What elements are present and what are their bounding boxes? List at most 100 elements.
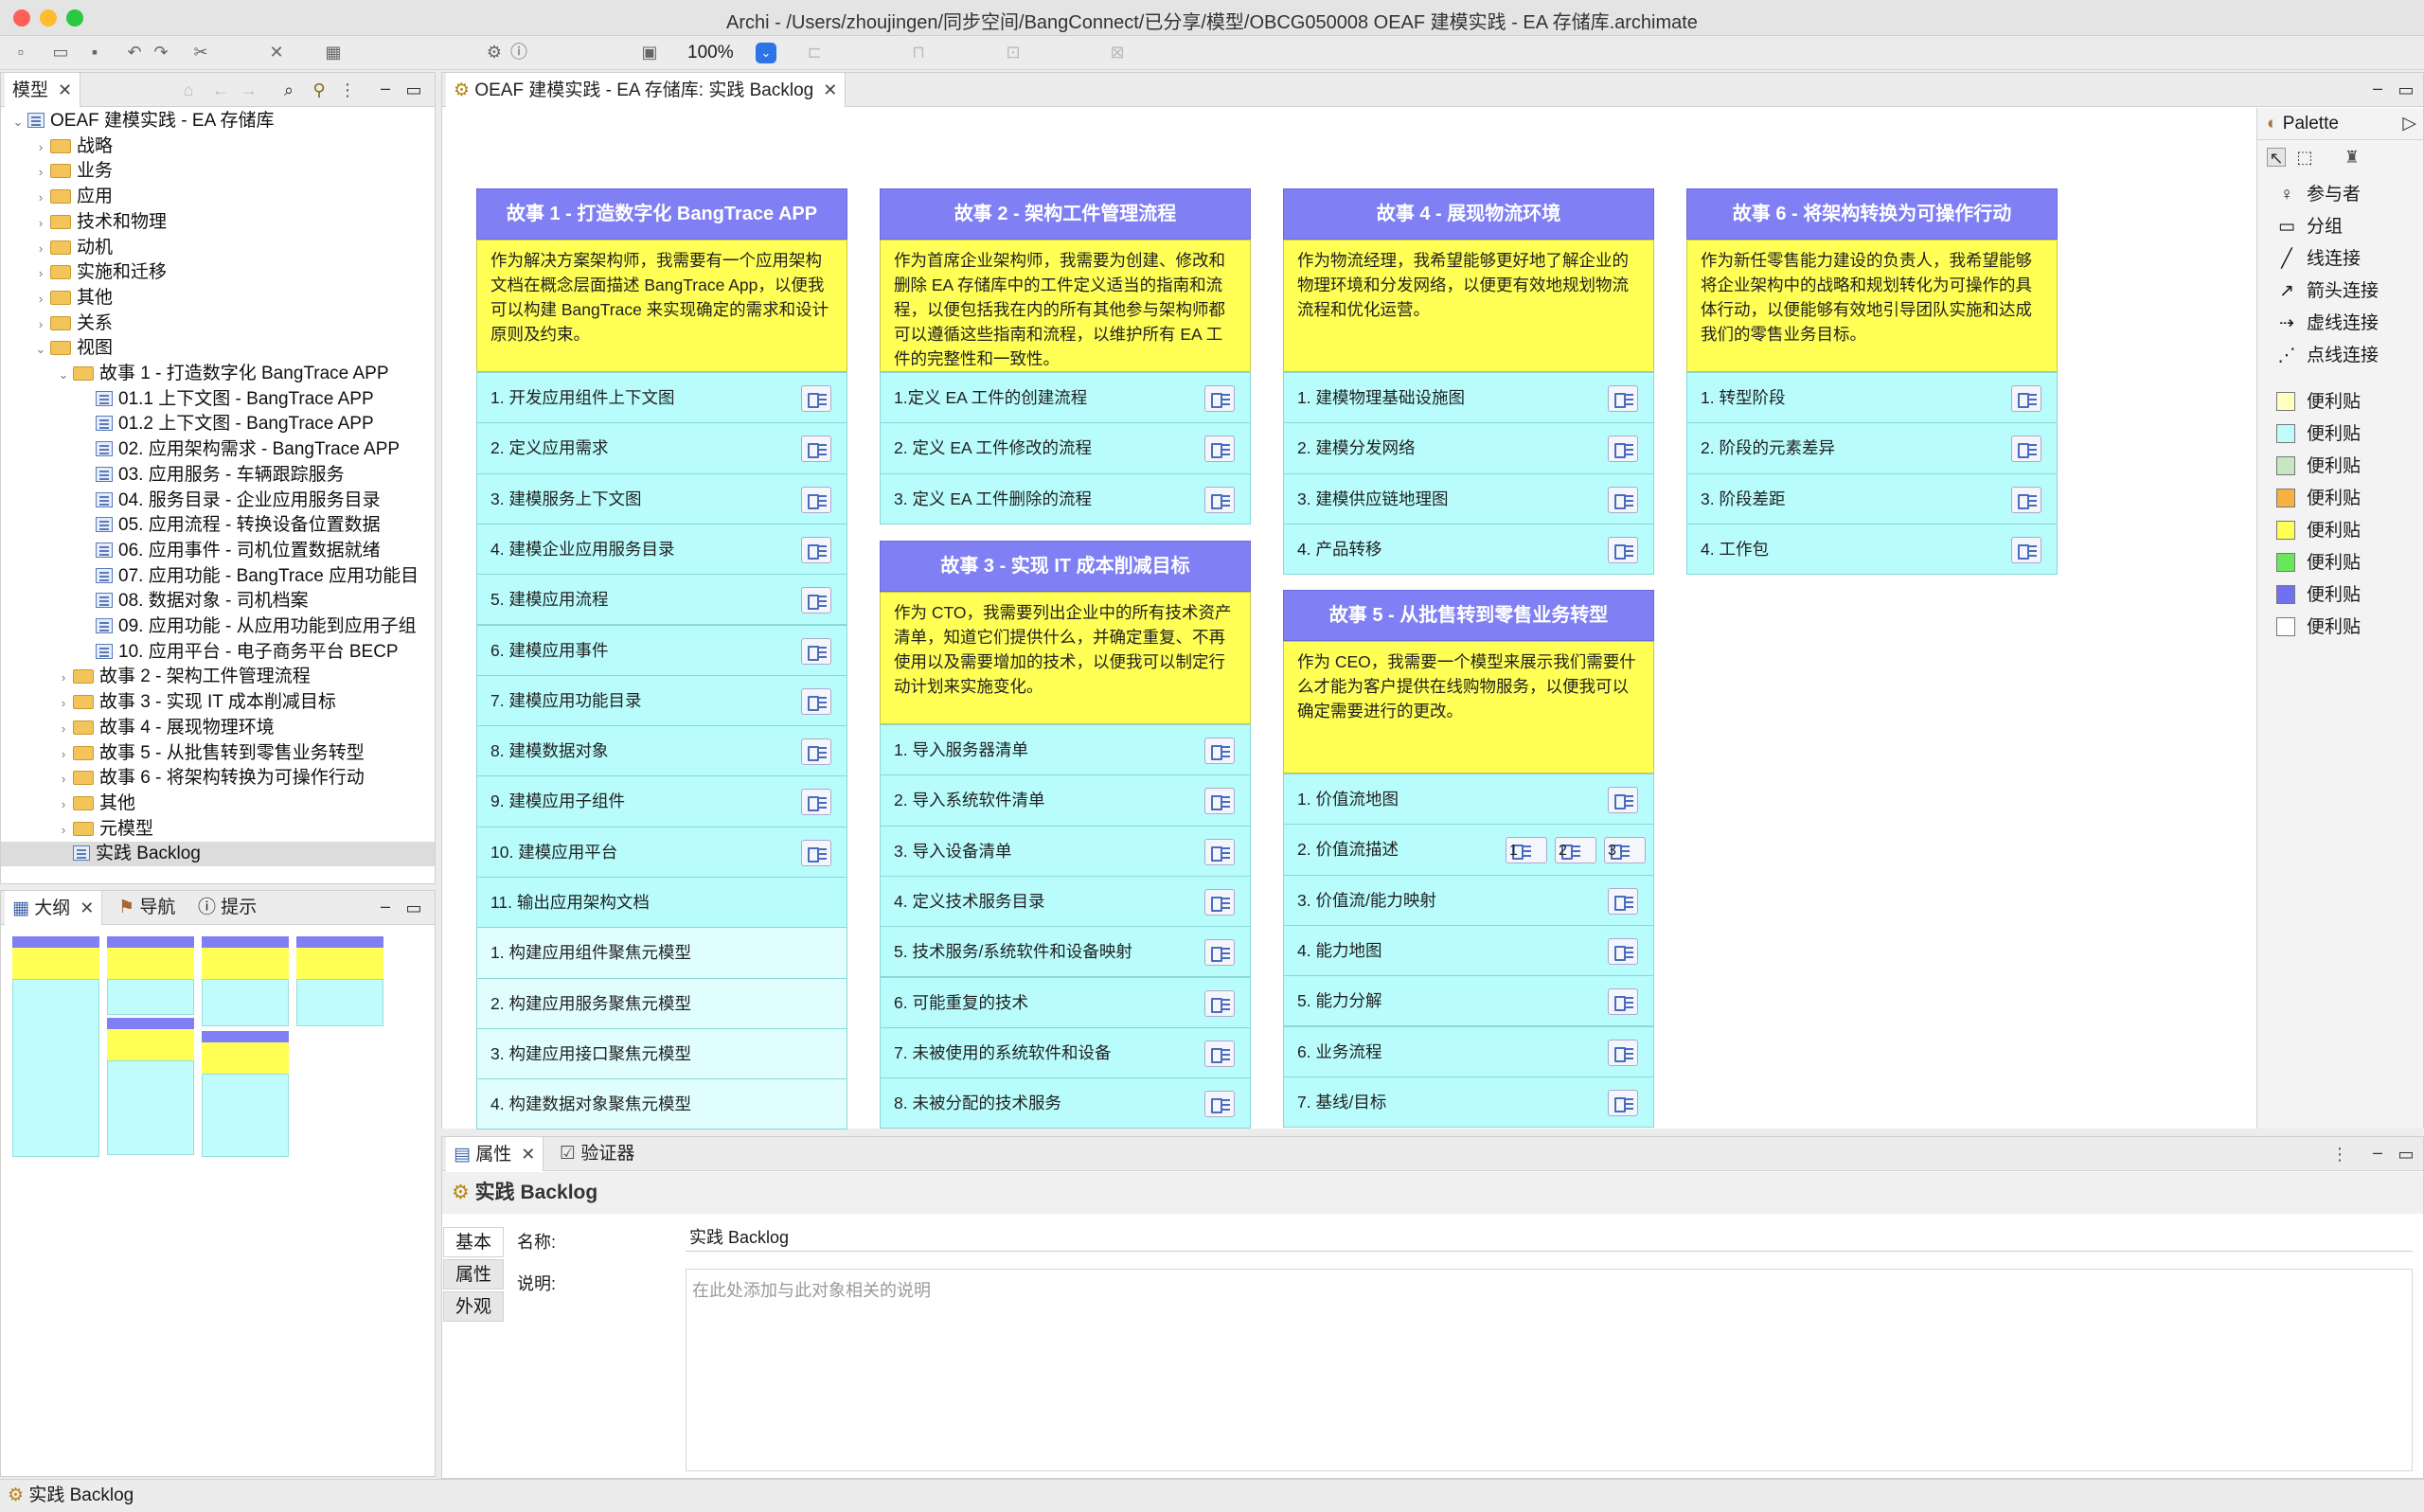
- backlog-item[interactable]: 4. 建模企业应用服务目录: [476, 523, 847, 576]
- backlog-item[interactable]: 2. 构建应用服务聚焦元模型: [476, 977, 847, 1029]
- side-tab-appearance[interactable]: 外观: [443, 1291, 504, 1322]
- tree-item[interactable]: 01.2 上下文图 - BangTrace APP: [77, 412, 374, 436]
- format-painter-icon[interactable]: ♜: [2343, 148, 2362, 167]
- chevron-right-icon[interactable]: ›: [31, 237, 50, 261]
- backlog-item[interactable]: 4. 产品转移: [1283, 523, 1654, 576]
- tab-navigator[interactable]: ⚑ 导航: [111, 891, 183, 925]
- backlog-item[interactable]: 11. 输出应用架构文档: [476, 877, 847, 929]
- view-reference-icon[interactable]: [801, 637, 831, 665]
- story-description[interactable]: 作为新任零售能力建设的负责人，我希望能够将企业架构中的战略和规划转化为可操作的具…: [1686, 240, 2058, 372]
- tree-item[interactable]: › 技术和物理: [31, 210, 167, 235]
- maximize-icon[interactable]: ▭: [404, 80, 423, 99]
- view-reference-icon[interactable]: [1204, 838, 1235, 865]
- backlog-item[interactable]: 1. 构建应用组件聚焦元模型: [476, 927, 847, 979]
- chevron-down-icon[interactable]: ⌄: [54, 363, 73, 387]
- tree-item[interactable]: › 故事 5 - 从批售转到零售业务转型: [54, 741, 365, 766]
- tree-item[interactable]: 04. 服务目录 - 企业应用服务目录: [77, 489, 381, 513]
- view-reference-icon[interactable]: [1204, 788, 1235, 815]
- backlog-item[interactable]: 5. 技术服务/系统软件和设备映射: [880, 926, 1251, 978]
- view-reference-icon[interactable]: [1608, 486, 1638, 513]
- backlog-item[interactable]: 7. 基线/目标: [1283, 1076, 1654, 1129]
- view-reference-icon[interactable]: [2011, 385, 2041, 412]
- view-reference-icon[interactable]: [1204, 486, 1235, 513]
- tree-item[interactable]: 09. 应用功能 - 从应用功能到应用子组: [77, 614, 417, 639]
- backlog-canvas[interactable]: 故事 1 - 打造数字化 BangTrace APP 作为解决方案架构师，我需要有…: [442, 108, 2256, 1130]
- maximize-icon[interactable]: ▭: [404, 898, 423, 917]
- backlog-item[interactable]: 2. 定义应用需求: [476, 422, 847, 474]
- story-title[interactable]: 故事 6 - 将架构转换为可操作行动: [1686, 188, 2058, 240]
- maximize-icon[interactable]: ▭: [2397, 80, 2415, 99]
- tab-model[interactable]: 模型 ✕: [5, 73, 81, 107]
- backlog-item[interactable]: 3. 价值流/能力映射: [1283, 874, 1654, 926]
- view-reference-icon[interactable]: [1204, 1040, 1235, 1067]
- chevron-right-icon[interactable]: ›: [31, 160, 50, 185]
- open-folder-icon[interactable]: ▭: [51, 43, 70, 62]
- backlog-item[interactable]: 1. 建模物理基础设施图: [1283, 372, 1654, 424]
- palette-note[interactable]: 便利贴: [2276, 485, 2361, 513]
- backlog-item[interactable]: 2. 价值流描述 1 2 3: [1283, 824, 1654, 876]
- palette-note[interactable]: 便利贴: [2276, 549, 2361, 578]
- view-reference-icon[interactable]: [1608, 937, 1638, 965]
- distribute-icon[interactable]: ⊓: [909, 43, 928, 62]
- gear-icon[interactable]: ⚙: [485, 43, 504, 62]
- home-icon[interactable]: ⌂: [179, 80, 198, 99]
- tree-item[interactable]: › 故事 2 - 架构工件管理流程: [54, 665, 311, 689]
- palette-tool[interactable]: ▭ 分组: [2276, 213, 2343, 241]
- tree-item[interactable]: › 实施和迁移: [31, 260, 167, 285]
- story-title[interactable]: 故事 3 - 实现 IT 成本削减目标: [880, 541, 1251, 592]
- view-reference-icon[interactable]: [1204, 888, 1235, 916]
- story-description[interactable]: 作为 CEO，我需要一个模型来展示我们需要什么才能为客户提供在线购物服务，以便我…: [1283, 641, 1654, 774]
- marquee-tool-icon[interactable]: ⬚: [2295, 148, 2314, 167]
- view-reference-icon[interactable]: [2011, 436, 2041, 463]
- story-description[interactable]: 作为 CTO，我需要列出企业中的所有技术资产清单，知道它们提供什么，并确定重复、…: [880, 592, 1251, 724]
- match-size-icon[interactable]: ⊡: [1004, 43, 1023, 62]
- tree-item[interactable]: › 战略: [31, 134, 113, 159]
- view-reference-icon[interactable]: [801, 789, 831, 816]
- tree-item[interactable]: › 故事 3 - 实现 IT 成本削减目标: [54, 690, 336, 715]
- cut-icon[interactable]: ✂: [191, 43, 210, 62]
- view-reference-icon[interactable]: [2011, 536, 2041, 563]
- backlog-item[interactable]: 10. 建模应用平台: [476, 826, 847, 878]
- filter-icon[interactable]: ⚲: [310, 80, 329, 99]
- grid-icon[interactable]: ▦: [324, 43, 343, 62]
- view-reference-icon[interactable]: [801, 436, 831, 463]
- chevron-right-icon[interactable]: ›: [54, 818, 73, 843]
- tree-item[interactable]: 07. 应用功能 - BangTrace 应用功能目: [77, 564, 419, 589]
- view-reference-icon[interactable]: [1608, 1039, 1638, 1066]
- backlog-item[interactable]: 6. 建模应用事件: [476, 624, 847, 676]
- view-reference-icon[interactable]: [1204, 939, 1235, 967]
- palette-note[interactable]: 便利贴: [2276, 420, 2361, 449]
- tree-item[interactable]: 08. 数据对象 - 司机档案: [77, 589, 309, 614]
- backlog-item[interactable]: 6. 业务流程: [1283, 1025, 1654, 1077]
- tab-outline[interactable]: ▦ 大纲 ✕: [5, 891, 103, 925]
- undo-icon[interactable]: ↶: [125, 43, 144, 62]
- tab-properties[interactable]: ▤ 属性 ✕: [446, 1137, 544, 1171]
- palette-tool[interactable]: ⋰ 点线连接: [2276, 342, 2379, 370]
- tree-item[interactable]: › 故事 4 - 展现物理环境: [54, 716, 275, 740]
- backlog-item[interactable]: 8. 未被分配的技术服务: [880, 1077, 1251, 1130]
- chevron-right-icon[interactable]: ›: [54, 792, 73, 817]
- story-title[interactable]: 故事 4 - 展现物流环境: [1283, 188, 1654, 240]
- tree-item[interactable]: 实践 Backlog: [1, 842, 435, 867]
- palette-note[interactable]: 便利贴: [2276, 388, 2361, 417]
- view-reference-icon[interactable]: [801, 687, 831, 715]
- view-reference-icon[interactable]: [1608, 988, 1638, 1016]
- side-tab-properties[interactable]: 属性: [443, 1259, 504, 1290]
- view-reference-icon[interactable]: [801, 486, 831, 513]
- search-icon[interactable]: ⌕: [279, 80, 298, 99]
- tree-item[interactable]: ⌄ 视图: [31, 336, 113, 361]
- save-icon[interactable]: ▪: [85, 43, 104, 62]
- more-icon[interactable]: ⋮: [338, 80, 357, 99]
- backlog-item[interactable]: 2. 导入系统软件清单: [880, 774, 1251, 827]
- minimize-icon[interactable]: –: [2368, 1143, 2387, 1162]
- delete-icon[interactable]: ✕: [267, 43, 286, 62]
- chevron-right-icon[interactable]: ▷: [2402, 108, 2416, 140]
- backlog-item[interactable]: 1. 转型阶段: [1686, 372, 2058, 424]
- backlog-item[interactable]: 3. 建模服务上下文图: [476, 472, 847, 525]
- minimize-icon[interactable]: –: [2368, 79, 2387, 98]
- story-description[interactable]: 作为解决方案架构师，我需要有一个应用架构文档在概念层面描述 BangTrace …: [476, 240, 847, 372]
- close-icon[interactable]: ✕: [521, 1145, 535, 1164]
- backlog-item[interactable]: 4. 构建数据对象聚焦元模型: [476, 1078, 847, 1130]
- view-reference-icon[interactable]: [1608, 536, 1638, 563]
- backlog-item[interactable]: 3. 建模供应链地理图: [1283, 472, 1654, 525]
